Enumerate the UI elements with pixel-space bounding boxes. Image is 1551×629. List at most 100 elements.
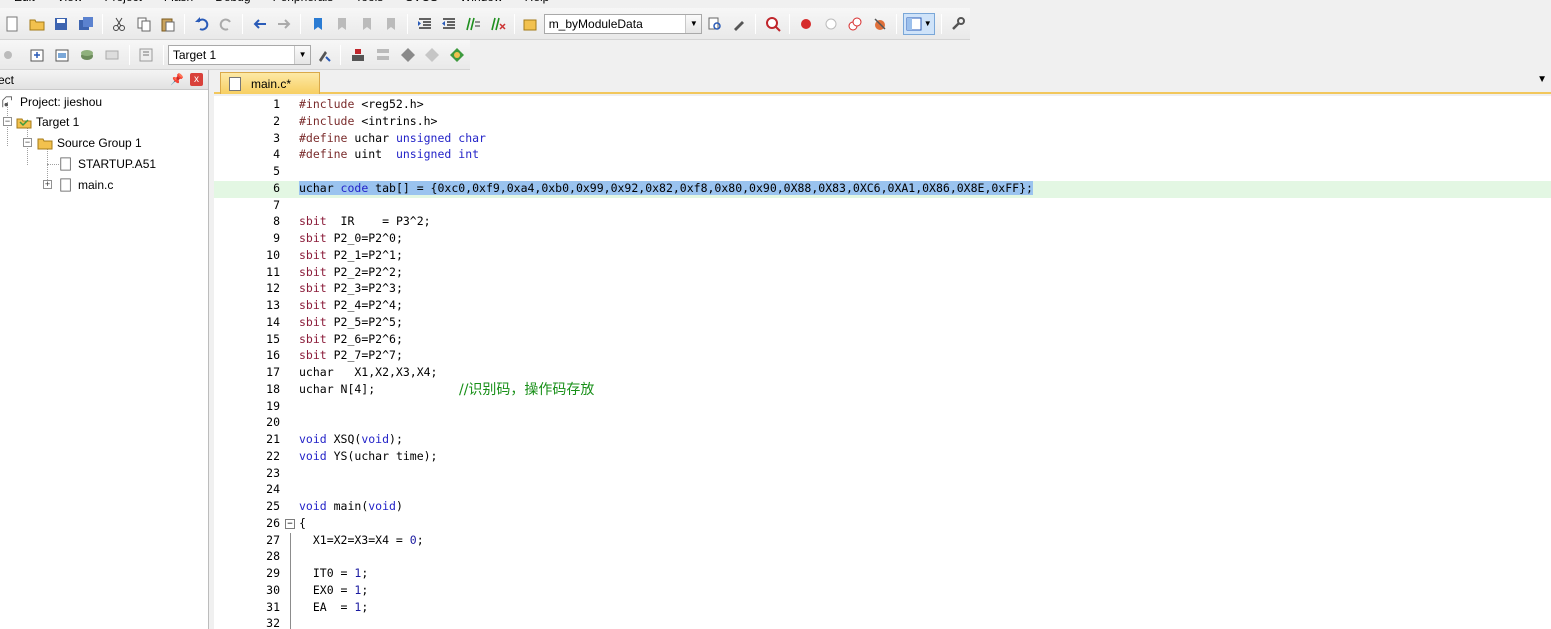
download-icon[interactable] xyxy=(136,44,157,66)
code-line[interactable]: 6 uchar code tab[] = {0xc0,0xf9,0xa4,0xb0… xyxy=(214,180,1551,198)
nav-back-icon[interactable] xyxy=(249,13,269,35)
pin-icon[interactable]: 📌 xyxy=(170,73,184,86)
menu-item[interactable]: Help xyxy=(525,0,550,4)
next-bookmark-icon[interactable] xyxy=(356,13,376,35)
new-file-icon[interactable] xyxy=(2,13,22,35)
menu-item[interactable]: View xyxy=(57,0,83,4)
nav-forward-icon[interactable] xyxy=(274,13,294,35)
code-line[interactable]: 3 #define uchar unsigned char xyxy=(214,131,1551,148)
code-line[interactable]: 10 sbit P2_1=P2^1; xyxy=(214,248,1551,265)
code-line[interactable]: 17 uchar X1,X2,X3,X4; xyxy=(214,365,1551,382)
configure-icon[interactable] xyxy=(948,13,968,35)
menu-item[interactable]: Peripherals xyxy=(273,0,334,4)
code-line[interactable]: 27 X1=X2=X3=X4 = 0; xyxy=(214,533,1551,550)
tree-item-file[interactable]: main.c xyxy=(58,175,113,195)
code-line[interactable]: 12 sbit P2_3=P2^3; xyxy=(214,281,1551,298)
uncomment-icon[interactable] xyxy=(488,13,508,35)
disable-breakpoint-icon[interactable] xyxy=(820,13,840,35)
copy-icon[interactable] xyxy=(133,13,153,35)
target-options-icon[interactable] xyxy=(313,44,334,66)
collapse-icon[interactable]: − xyxy=(23,138,32,147)
collapse-icon[interactable]: − xyxy=(3,117,12,126)
tree-item-target[interactable]: Target 1 xyxy=(16,112,79,132)
code-line[interactable]: 24 xyxy=(214,482,1551,499)
select-packs-icon[interactable] xyxy=(397,44,418,66)
menu-item[interactable]: Edit xyxy=(14,0,35,4)
code-line[interactable]: 28 xyxy=(214,549,1551,566)
code-line[interactable]: 18 uchar N[4]; //识别码，操作码存放 xyxy=(214,382,1551,399)
menu-item[interactable]: Project xyxy=(104,0,141,4)
expand-icon[interactable]: + xyxy=(43,180,52,189)
unindent-icon[interactable] xyxy=(439,13,459,35)
code-line[interactable]: 8 sbit IR = P3^2; xyxy=(214,214,1551,231)
comment-icon[interactable] xyxy=(463,13,483,35)
code-line[interactable]: 2 #include <intrins.h> xyxy=(214,114,1551,131)
clear-bookmarks-icon[interactable] xyxy=(381,13,401,35)
undo-icon[interactable] xyxy=(191,13,211,35)
target-combo[interactable]: Target 1 ▼ xyxy=(167,44,312,65)
save-all-icon[interactable] xyxy=(75,13,95,35)
stop-build-icon[interactable] xyxy=(102,44,123,66)
file-extensions-icon[interactable] xyxy=(347,44,368,66)
cut-icon[interactable] xyxy=(109,13,129,35)
code-line[interactable]: 1 #include <reg52.h> xyxy=(214,97,1551,114)
code-line[interactable]: 13 sbit P2_4=P2^4; xyxy=(214,298,1551,315)
redo-icon[interactable] xyxy=(216,13,236,35)
code-line[interactable]: 20 xyxy=(214,415,1551,432)
save-icon[interactable] xyxy=(51,13,71,35)
code-line[interactable]: 14 sbit P2_5=P2^5; xyxy=(214,315,1551,332)
chevron-down-icon[interactable]: ▼ xyxy=(685,14,702,33)
open-folder-icon[interactable] xyxy=(26,13,46,35)
indent-icon[interactable] xyxy=(414,13,434,35)
fold-collapse-icon[interactable]: − xyxy=(285,518,295,529)
code-line[interactable]: 19 xyxy=(214,399,1551,416)
function-combo[interactable]: m_byModuleData ▼ xyxy=(543,13,703,34)
tree-item-source-group[interactable]: Source Group 1 xyxy=(37,133,142,153)
code-line[interactable]: 30 EX0 = 1; xyxy=(214,583,1551,600)
debug-session-icon[interactable] xyxy=(762,13,782,35)
breakpoint-icon[interactable] xyxy=(796,13,816,35)
menu-item[interactable]: Tools xyxy=(355,0,383,4)
find-icon[interactable] xyxy=(704,13,724,35)
pack-installer-icon[interactable] xyxy=(422,44,443,66)
code-line[interactable]: 7 xyxy=(214,198,1551,215)
kill-breakpoints-icon[interactable] xyxy=(845,13,865,35)
translate-icon[interactable] xyxy=(2,44,23,66)
software-packs-icon[interactable] xyxy=(447,44,468,66)
code-line[interactable]: 32 xyxy=(214,616,1551,629)
code-line[interactable]: 23 xyxy=(214,466,1551,483)
rebuild-icon[interactable] xyxy=(52,44,73,66)
code-line[interactable]: 29 IT0 = 1; xyxy=(214,566,1551,583)
menu-item[interactable]: Debug xyxy=(215,0,250,4)
code-line[interactable]: 21 void XSQ(void); xyxy=(214,432,1551,449)
close-icon[interactable]: x xyxy=(190,73,203,86)
code-line[interactable]: 31 EA = 1; xyxy=(214,600,1551,617)
code-line[interactable]: 11 sbit P2_2=P2^2; xyxy=(214,265,1551,282)
code-editor[interactable]: 1 #include <reg52.h> 2 #include <intrins.h>… xyxy=(214,96,1551,629)
clear-breakpoints-icon[interactable] xyxy=(869,13,889,35)
replace-icon[interactable] xyxy=(729,13,749,35)
prev-bookmark-icon[interactable] xyxy=(332,13,352,35)
tree-item-project[interactable]: Project: jieshou xyxy=(0,92,102,112)
menu-item[interactable]: SVCS xyxy=(405,0,438,4)
bookmark-icon[interactable] xyxy=(307,13,327,35)
manage-components-icon[interactable] xyxy=(372,44,393,66)
menu-item[interactable]: Window xyxy=(460,0,503,4)
code-line[interactable]: 15 sbit P2_6=P2^6; xyxy=(214,332,1551,349)
tab-main-c[interactable]: main.c* xyxy=(220,72,320,94)
tab-list-chevron-icon[interactable]: ▼ xyxy=(1537,74,1547,85)
code-line[interactable]: 5 xyxy=(214,164,1551,181)
find-in-files-icon[interactable] xyxy=(521,13,541,35)
code-line[interactable]: 26 {− xyxy=(214,516,1551,533)
code-line[interactable]: 9 sbit P2_0=P2^0; xyxy=(214,231,1551,248)
paste-icon[interactable] xyxy=(158,13,178,35)
window-layout-icon[interactable]: ▼ xyxy=(902,12,935,35)
build-icon[interactable] xyxy=(27,44,48,66)
batch-build-icon[interactable] xyxy=(77,44,98,66)
code-line[interactable]: 4 #define uint unsigned int xyxy=(214,147,1551,164)
menu-item[interactable]: Flash xyxy=(164,0,193,4)
code-line[interactable]: 16 sbit P2_7=P2^7; xyxy=(214,348,1551,365)
tree-item-file[interactable]: STARTUP.A51 xyxy=(58,154,156,174)
code-line[interactable]: 22 void YS(uchar time); xyxy=(214,449,1551,466)
chevron-down-icon[interactable]: ▼ xyxy=(294,45,311,64)
